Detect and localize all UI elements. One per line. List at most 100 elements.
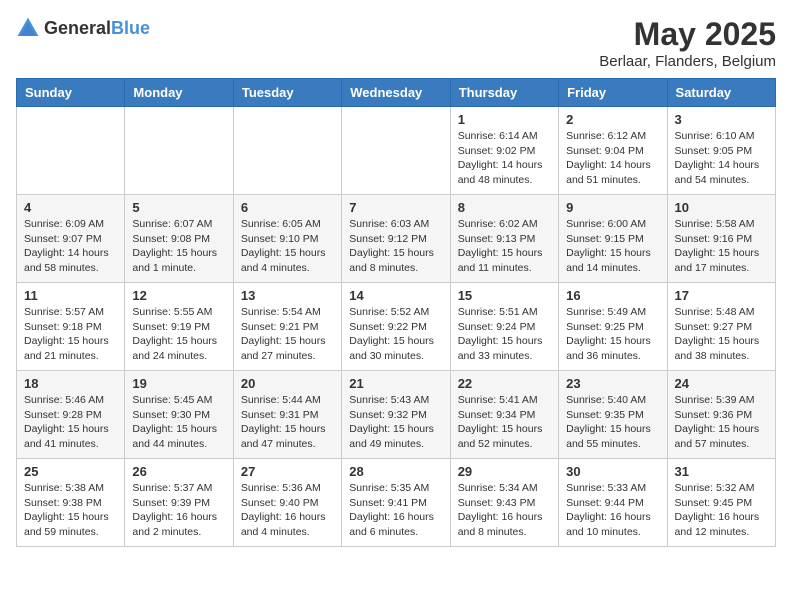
day-cell: 27 Sunrise: 5:36 AM Sunset: 9:40 PM Dayli…	[233, 459, 341, 547]
day-info: Sunrise: 6:00 AM Sunset: 9:15 PM Dayligh…	[566, 217, 659, 276]
day-cell: 28 Sunrise: 5:35 AM Sunset: 9:41 PM Dayli…	[342, 459, 450, 547]
day-number: 7	[349, 200, 442, 215]
day-cell: 31 Sunrise: 5:32 AM Sunset: 9:45 PM Dayli…	[667, 459, 775, 547]
day-cell	[233, 107, 341, 195]
day-info: Sunrise: 5:43 AM Sunset: 9:32 PM Dayligh…	[349, 393, 442, 452]
day-number: 29	[458, 464, 551, 479]
day-info: Sunrise: 6:10 AM Sunset: 9:05 PM Dayligh…	[675, 129, 768, 188]
day-cell: 26 Sunrise: 5:37 AM Sunset: 9:39 PM Dayli…	[125, 459, 233, 547]
day-cell: 3 Sunrise: 6:10 AM Sunset: 9:05 PM Daylig…	[667, 107, 775, 195]
logo-text-blue: Blue	[111, 18, 150, 38]
week-row-5: 25 Sunrise: 5:38 AM Sunset: 9:38 PM Dayli…	[17, 459, 776, 547]
day-info: Sunrise: 5:52 AM Sunset: 9:22 PM Dayligh…	[349, 305, 442, 364]
day-info: Sunrise: 5:54 AM Sunset: 9:21 PM Dayligh…	[241, 305, 334, 364]
weekday-header-monday: Monday	[125, 79, 233, 107]
day-info: Sunrise: 6:14 AM Sunset: 9:02 PM Dayligh…	[458, 129, 551, 188]
day-info: Sunrise: 5:40 AM Sunset: 9:35 PM Dayligh…	[566, 393, 659, 452]
page-header: GeneralBlue May 2025 Berlaar, Flanders, …	[16, 16, 776, 70]
day-cell: 9 Sunrise: 6:00 AM Sunset: 9:15 PM Daylig…	[559, 195, 667, 283]
day-cell: 23 Sunrise: 5:40 AM Sunset: 9:35 PM Dayli…	[559, 371, 667, 459]
day-cell: 22Sunrise: 5:41 AM Sunset: 9:34 PM Dayli…	[450, 371, 558, 459]
day-info: Sunrise: 5:51 AM Sunset: 9:24 PM Dayligh…	[458, 305, 551, 364]
week-row-2: 4Sunrise: 6:09 AM Sunset: 9:07 PM Daylig…	[17, 195, 776, 283]
day-info: Sunrise: 6:05 AM Sunset: 9:10 PM Dayligh…	[241, 217, 334, 276]
day-info: Sunrise: 5:55 AM Sunset: 9:19 PM Dayligh…	[132, 305, 225, 364]
weekday-header-thursday: Thursday	[450, 79, 558, 107]
day-info: Sunrise: 6:03 AM Sunset: 9:12 PM Dayligh…	[349, 217, 442, 276]
day-cell: 18 Sunrise: 5:46 AM Sunset: 9:28 PM Dayli…	[17, 371, 125, 459]
day-info: Sunrise: 5:37 AM Sunset: 9:39 PM Dayligh…	[132, 481, 225, 540]
day-number: 24	[675, 376, 768, 391]
month-title: May 2025	[599, 16, 776, 53]
day-number: 10	[675, 200, 768, 215]
day-info: Sunrise: 5:48 AM Sunset: 9:27 PM Dayligh…	[675, 305, 768, 364]
day-cell: 1 Sunrise: 6:14 AM Sunset: 9:02 PM Daylig…	[450, 107, 558, 195]
weekday-header-tuesday: Tuesday	[233, 79, 341, 107]
day-info: Sunrise: 5:36 AM Sunset: 9:40 PM Dayligh…	[241, 481, 334, 540]
day-cell: 17Sunrise: 5:48 AM Sunset: 9:27 PM Dayli…	[667, 283, 775, 371]
day-number: 28	[349, 464, 442, 479]
day-info: Sunrise: 5:38 AM Sunset: 9:38 PM Dayligh…	[24, 481, 117, 540]
weekday-header-wednesday: Wednesday	[342, 79, 450, 107]
weekday-header-row: SundayMondayTuesdayWednesdayThursdayFrid…	[17, 79, 776, 107]
day-cell: 20Sunrise: 5:44 AM Sunset: 9:31 PM Dayli…	[233, 371, 341, 459]
week-row-4: 18 Sunrise: 5:46 AM Sunset: 9:28 PM Dayli…	[17, 371, 776, 459]
day-cell: 25 Sunrise: 5:38 AM Sunset: 9:38 PM Dayli…	[17, 459, 125, 547]
day-number: 13	[241, 288, 334, 303]
calendar: SundayMondayTuesdayWednesdayThursdayFrid…	[16, 78, 776, 547]
weekday-header-sunday: Sunday	[17, 79, 125, 107]
day-number: 22	[458, 376, 551, 391]
day-number: 27	[241, 464, 334, 479]
day-info: Sunrise: 5:32 AM Sunset: 9:45 PM Dayligh…	[675, 481, 768, 540]
day-number: 25	[24, 464, 117, 479]
day-info: Sunrise: 5:39 AM Sunset: 9:36 PM Dayligh…	[675, 393, 768, 452]
day-info: Sunrise: 5:57 AM Sunset: 9:18 PM Dayligh…	[24, 305, 117, 364]
day-info: Sunrise: 5:34 AM Sunset: 9:43 PM Dayligh…	[458, 481, 551, 540]
day-number: 26	[132, 464, 225, 479]
day-cell	[125, 107, 233, 195]
day-number: 18	[24, 376, 117, 391]
week-row-1: 1 Sunrise: 6:14 AM Sunset: 9:02 PM Daylig…	[17, 107, 776, 195]
day-info: Sunrise: 6:07 AM Sunset: 9:08 PM Dayligh…	[132, 217, 225, 276]
day-number: 31	[675, 464, 768, 479]
day-cell: 16 Sunrise: 5:49 AM Sunset: 9:25 PM Dayli…	[559, 283, 667, 371]
weekday-header-saturday: Saturday	[667, 79, 775, 107]
location-title: Berlaar, Flanders, Belgium	[599, 53, 776, 70]
day-number: 1	[458, 112, 551, 127]
day-number: 16	[566, 288, 659, 303]
day-cell: 13 Sunrise: 5:54 AM Sunset: 9:21 PM Dayli…	[233, 283, 341, 371]
day-number: 5	[132, 200, 225, 215]
day-number: 19	[132, 376, 225, 391]
day-cell: 10 Sunrise: 5:58 AM Sunset: 9:16 PM Dayli…	[667, 195, 775, 283]
day-cell: 11Sunrise: 5:57 AM Sunset: 9:18 PM Dayli…	[17, 283, 125, 371]
day-number: 2	[566, 112, 659, 127]
day-info: Sunrise: 5:33 AM Sunset: 9:44 PM Dayligh…	[566, 481, 659, 540]
day-cell: 12 Sunrise: 5:55 AM Sunset: 9:19 PM Dayli…	[125, 283, 233, 371]
day-info: Sunrise: 6:09 AM Sunset: 9:07 PM Dayligh…	[24, 217, 117, 276]
day-cell: 21 Sunrise: 5:43 AM Sunset: 9:32 PM Dayli…	[342, 371, 450, 459]
logo-text-general: General	[44, 18, 111, 38]
day-info: Sunrise: 5:35 AM Sunset: 9:41 PM Dayligh…	[349, 481, 442, 540]
day-cell: 30Sunrise: 5:33 AM Sunset: 9:44 PM Dayli…	[559, 459, 667, 547]
weekday-header-friday: Friday	[559, 79, 667, 107]
day-cell: 19Sunrise: 5:45 AM Sunset: 9:30 PM Dayli…	[125, 371, 233, 459]
day-number: 15	[458, 288, 551, 303]
day-cell: 7 Sunrise: 6:03 AM Sunset: 9:12 PM Daylig…	[342, 195, 450, 283]
day-cell: 8Sunrise: 6:02 AM Sunset: 9:13 PM Daylig…	[450, 195, 558, 283]
logo: GeneralBlue	[16, 16, 150, 40]
day-cell: 6Sunrise: 6:05 AM Sunset: 9:10 PM Daylig…	[233, 195, 341, 283]
day-info: Sunrise: 5:46 AM Sunset: 9:28 PM Dayligh…	[24, 393, 117, 452]
day-cell: 14 Sunrise: 5:52 AM Sunset: 9:22 PM Dayli…	[342, 283, 450, 371]
day-number: 12	[132, 288, 225, 303]
day-number: 23	[566, 376, 659, 391]
day-info: Sunrise: 5:58 AM Sunset: 9:16 PM Dayligh…	[675, 217, 768, 276]
day-cell: 29 Sunrise: 5:34 AM Sunset: 9:43 PM Dayli…	[450, 459, 558, 547]
day-number: 9	[566, 200, 659, 215]
day-number: 14	[349, 288, 442, 303]
day-info: Sunrise: 5:49 AM Sunset: 9:25 PM Dayligh…	[566, 305, 659, 364]
day-number: 3	[675, 112, 768, 127]
day-number: 21	[349, 376, 442, 391]
day-cell: 24 Sunrise: 5:39 AM Sunset: 9:36 PM Dayli…	[667, 371, 775, 459]
day-info: Sunrise: 6:12 AM Sunset: 9:04 PM Dayligh…	[566, 129, 659, 188]
day-cell: 2 Sunrise: 6:12 AM Sunset: 9:04 PM Daylig…	[559, 107, 667, 195]
